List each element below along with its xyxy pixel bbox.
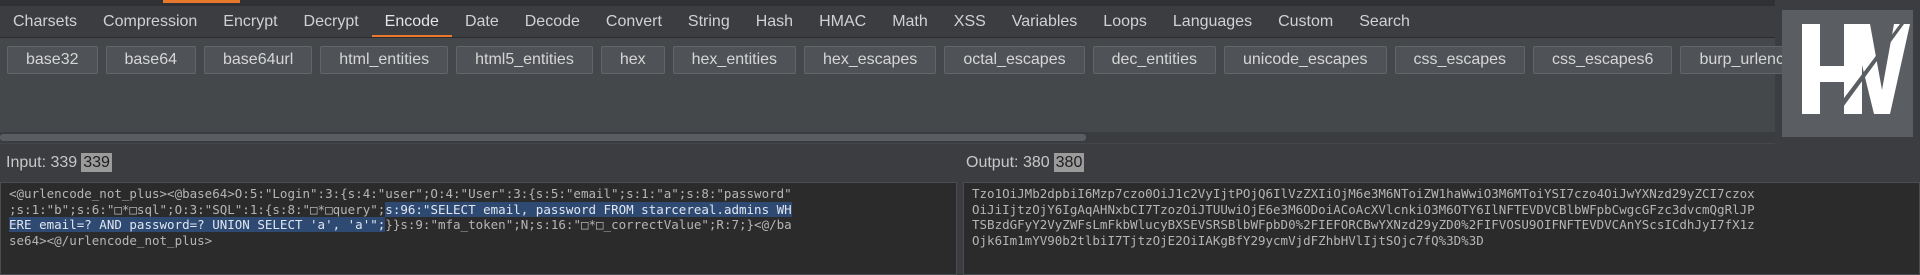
tab-compression[interactable]: Compression <box>90 6 210 37</box>
category-tabs: Charsets Compression Encrypt Decrypt Encode D… <box>0 6 1775 38</box>
output-line: TSBzdGFyY2VyZWFsLmFkbWlucyBXSEVSRSBlbWFp… <box>972 217 1755 232</box>
tab-decode[interactable]: Decode <box>512 6 593 37</box>
tab-loops[interactable]: Loops <box>1090 6 1160 37</box>
output-label: Output: <box>966 154 1019 171</box>
css-escapes6-button[interactable]: css_escapes6 <box>1533 46 1673 74</box>
encode-button-row: base32 base64 base64url html_entities html5_… <box>7 46 1830 74</box>
tab-search[interactable]: Search <box>1346 6 1423 37</box>
input-count-badge: 339 <box>81 153 112 172</box>
tab-variables[interactable]: Variables <box>999 6 1091 37</box>
tab-hmac[interactable]: HMAC <box>806 6 879 37</box>
octal-escapes-button[interactable]: octal_escapes <box>944 46 1085 74</box>
input-text: ;s:1:"b";s:6:"□*□sql";O:3:"SQL":1:{s:8:"… <box>9 201 386 217</box>
html-entities-button[interactable]: html_entities <box>320 46 449 74</box>
dec-entities-button[interactable]: dec_entities <box>1092 46 1216 74</box>
tab-math[interactable]: Math <box>879 6 941 37</box>
tab-languages[interactable]: Languages <box>1160 6 1265 37</box>
input-text: }}s:9:"mfa_token";N;s:16:"□*□_correctVal… <box>385 217 792 232</box>
base64-button[interactable]: base64 <box>105 46 196 74</box>
base64url-button[interactable]: base64url <box>204 46 313 74</box>
horizontal-scrollbar[interactable] <box>0 132 1775 143</box>
output-line: Ojk6Im1mYV90b2tlbiI7TjtzOjE2OiIAKgBfY29y… <box>972 232 1484 248</box>
input-count: 339 <box>50 154 78 171</box>
css-escapes-button[interactable]: css_escapes <box>1394 46 1526 74</box>
tab-custom[interactable]: Custom <box>1265 6 1346 37</box>
tab-charsets[interactable]: Charsets <box>0 6 90 37</box>
tab-encode[interactable]: Encode <box>371 6 452 37</box>
output-count: 380 <box>1022 154 1050 171</box>
hex-entities-button[interactable]: hex_entities <box>672 46 797 74</box>
logo-mark <box>1802 24 1910 114</box>
selected-text: ERE email=? AND password=? UNION SELECT … <box>9 217 386 232</box>
hex-button[interactable]: hex <box>600 46 665 74</box>
input-line: ;s:1:"b";s:6:"□*□sql";O:3:"SQL":1:{s:8:"… <box>9 201 948 218</box>
output-line: Tzo1OiJMb2dpbiI6Mzp7czo0OiJ1c2VyIjtPOjQ6… <box>972 186 1755 201</box>
active-accent <box>163 0 240 3</box>
input-label: Input: <box>6 154 47 171</box>
output-textarea[interactable]: Tzo1OiJMb2dpbiI6Mzp7czo0OiJ1c2VyIjtPOjQ6… <box>963 182 1920 275</box>
output-line: OiJiIjtzOjY6IgAqAHNxbCI7TzozOiJTUUwiOjE6… <box>972 201 1755 217</box>
tab-string[interactable]: String <box>675 6 743 37</box>
tab-convert[interactable]: Convert <box>593 6 675 37</box>
base32-button[interactable]: base32 <box>7 46 98 74</box>
io-header-bar: Input: 339 339 Output: 380 380 <box>0 144 1920 180</box>
tab-encrypt[interactable]: Encrypt <box>210 6 290 37</box>
encode-panel: base32 base64 base64url html_entities html5_… <box>0 37 1830 145</box>
selected-text: s:96:"SELECT email, password FROM starce… <box>385 201 792 217</box>
html5-entities-button[interactable]: html5_entities <box>456 46 593 74</box>
input-text: se64><@/urlencode_not_plus> <box>9 232 213 248</box>
unicode-escapes-button[interactable]: unicode_escapes <box>1224 46 1387 74</box>
input-text: <@urlencode_not_plus><@base64>O:5:"Login… <box>9 186 792 201</box>
tab-hash[interactable]: Hash <box>743 6 806 37</box>
output-count-badge: 380 <box>1053 153 1085 172</box>
input-label-group: Input: 339 339 <box>6 153 112 172</box>
tab-xss[interactable]: XSS <box>941 6 999 37</box>
hex-escapes-button[interactable]: hex_escapes <box>804 46 937 74</box>
tab-date[interactable]: Date <box>452 6 512 37</box>
scrollbar-thumb[interactable] <box>0 134 1086 141</box>
tab-decrypt[interactable]: Decrypt <box>291 6 372 37</box>
input-textarea[interactable]: <@urlencode_not_plus><@base64>O:5:"Login… <box>0 182 957 275</box>
input-line: se64><@/urlencode_not_plus> <box>9 233 948 249</box>
input-line: ERE email=? AND password=? UNION SELECT … <box>9 217 948 233</box>
input-line: <@urlencode_not_plus><@base64>O:5:"Login… <box>9 186 948 202</box>
output-label-group: Output: 380 380 <box>966 153 1085 172</box>
hv-logo <box>1782 10 1913 137</box>
